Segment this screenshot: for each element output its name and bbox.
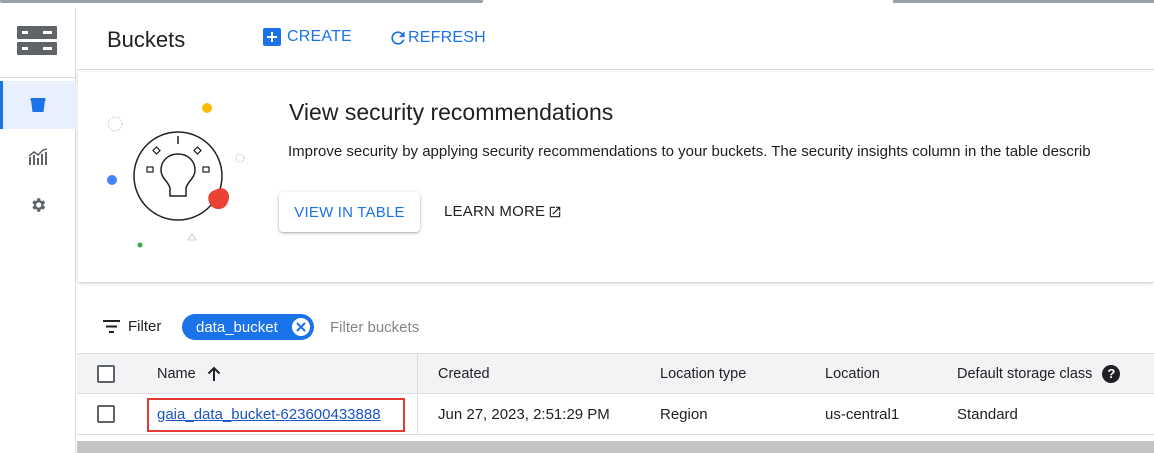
create-button[interactable]: CREATE [263, 28, 352, 46]
row-select-cell [97, 394, 115, 434]
tab-indicator [0, 0, 483, 3]
bucket-name-cell: gaia_data_bucket-623600433888 [157, 394, 381, 434]
filter-bar: Filter data_bucket [77, 307, 1154, 347]
filter-list-icon [103, 320, 120, 333]
column-divider [417, 354, 418, 393]
security-banner: View security recommendations Improve se… [78, 72, 1154, 282]
bucket-icon [30, 98, 46, 112]
column-header-storage-class[interactable]: Default storage class ? [957, 354, 1121, 393]
column-header-created[interactable]: Created [438, 354, 490, 393]
refresh-icon [391, 31, 405, 45]
select-all-checkbox[interactable] [97, 364, 115, 383]
chart-icon [28, 148, 48, 165]
gear-icon [32, 198, 46, 212]
row-checkbox[interactable] [97, 405, 115, 423]
refresh-label: REFRESH [408, 29, 486, 46]
top-strip [0, 0, 1154, 8]
lightbulb-illustration [107, 103, 245, 248]
filter-chip-label: data_bucket [196, 318, 278, 336]
view-in-table-button[interactable]: VIEW IN TABLE [279, 192, 420, 232]
column-header-name-label: Name [157, 365, 196, 382]
location-cell: us-central1 [825, 405, 900, 423]
filter-label: Filter [128, 318, 162, 335]
column-header-location-type[interactable]: Location type [660, 354, 746, 393]
create-label: CREATE [287, 28, 352, 45]
help-icon[interactable]: ? [1102, 364, 1121, 383]
page-title: Buckets [107, 27, 186, 52]
nav-item-monitoring[interactable] [0, 133, 76, 181]
nav-item-settings[interactable] [0, 181, 76, 229]
nav-divider [0, 77, 76, 78]
filter-chip[interactable]: data_bucket [182, 314, 314, 340]
column-header-name[interactable]: Name [157, 354, 222, 393]
select-all-cell [97, 354, 115, 393]
horizontal-scrollbar[interactable] [77, 441, 1154, 453]
arrow-upward-icon [207, 366, 220, 381]
left-nav [0, 8, 76, 453]
location-type-cell: Region [660, 405, 708, 423]
table-row: gaia_data_bucket-623600433888 Jun 27, 20… [77, 394, 1154, 435]
created-cell: Jun 27, 2023, 2:51:29 PM [438, 405, 610, 423]
column-header-storage-class-label: Default storage class [957, 365, 1093, 382]
page-header: Buckets CREATE REFRESH [77, 8, 1154, 70]
add-box-icon [263, 28, 281, 46]
banner-title: View security recommendations [289, 99, 614, 125]
column-divider [417, 394, 418, 434]
learn-more-link[interactable]: LEARN MORE [444, 203, 562, 220]
learn-more-label: LEARN MORE [444, 203, 546, 220]
banner-description: Improve security by applying security re… [288, 143, 1091, 160]
open-in-new-icon [549, 206, 561, 217]
table-header: Name Created Location type Location Defa… [77, 353, 1154, 394]
tab-indicator [893, 0, 1154, 3]
filter-buckets-input[interactable] [330, 313, 730, 341]
bucket-name-link[interactable]: gaia_data_bucket-623600433888 [157, 406, 381, 423]
remove-chip-button[interactable] [292, 318, 310, 336]
refresh-button[interactable]: REFRESH [388, 28, 486, 48]
column-header-location[interactable]: Location [825, 354, 880, 393]
close-icon [296, 322, 306, 332]
nav-item-buckets[interactable] [0, 81, 76, 129]
storage-icon[interactable] [17, 26, 57, 56]
storage-class-cell: Standard [957, 405, 1018, 423]
